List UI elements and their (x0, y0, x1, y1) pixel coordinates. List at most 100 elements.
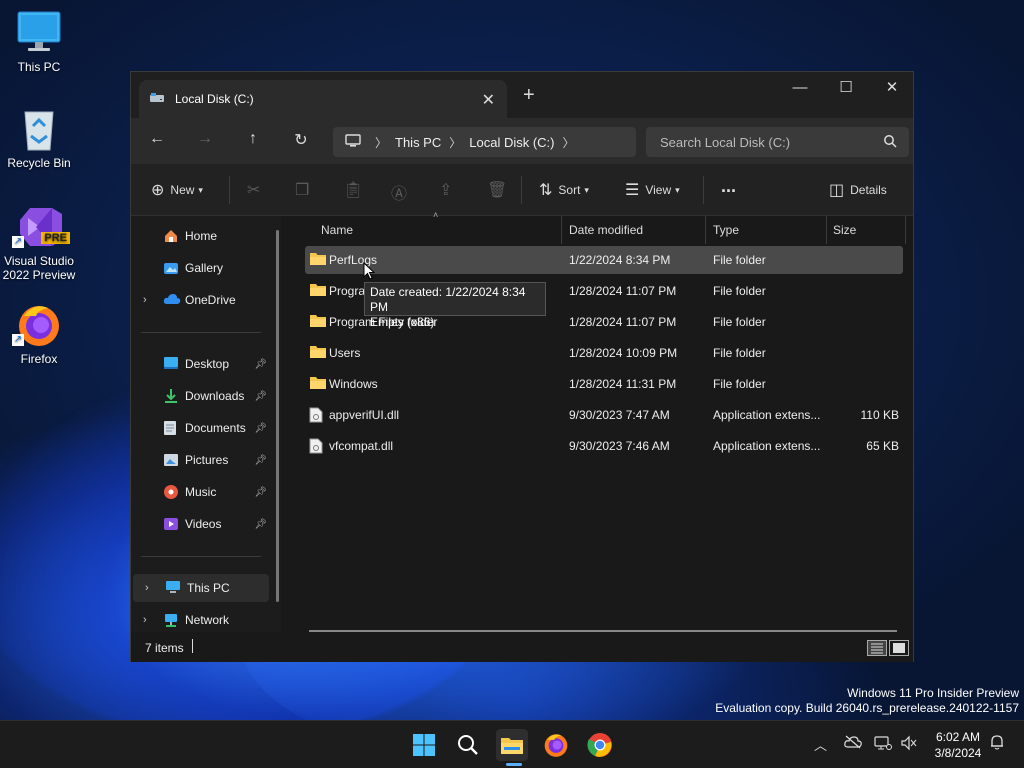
desktop-icon-recycle-bin[interactable]: Recycle Bin (0, 106, 78, 170)
divider (703, 176, 704, 204)
desktop-icon-label: This PC (17, 60, 61, 74)
file-explorer-icon (501, 738, 523, 754)
column-header-type[interactable]: Type (707, 216, 827, 244)
sidebar-item-music[interactable]: Music 📌︎ (131, 478, 269, 506)
details-button[interactable]: ◫ Details (829, 180, 887, 200)
start-button[interactable] (408, 729, 440, 761)
pin-icon[interactable]: 📌︎ (254, 455, 267, 466)
sidebar-item-network[interactable]: › Network (131, 606, 269, 634)
sidebar-item-this-pc[interactable]: › This PC (133, 574, 269, 602)
desktop-icon-this-pc[interactable]: This PC (0, 10, 78, 74)
column-divider[interactable] (561, 216, 562, 244)
sidebar-item-label: Home (185, 229, 218, 243)
paste-icon[interactable]: 📋︎ (343, 180, 369, 200)
search-placeholder: Search Local Disk (C:) (660, 134, 791, 150)
file-row[interactable]: appverifUI.dll 9/30/2023 7:47 AM Applicati… (305, 401, 903, 429)
share-icon[interactable]: ⇪ (439, 180, 458, 200)
sidebar-item-downloads[interactable]: Downloads 📌︎ (131, 382, 269, 410)
copy-icon[interactable]: ❐ (295, 180, 315, 200)
details-label: Details (850, 183, 887, 197)
up-arrow-icon[interactable]: ↑ (241, 130, 265, 152)
close-tab-icon[interactable]: ✕ (482, 90, 495, 110)
file-name: Windows (329, 377, 378, 391)
sidebar-item-pictures[interactable]: Pictures 📌︎ (131, 446, 269, 474)
chevron-right-icon: 〉 (375, 135, 388, 150)
maximize-icon[interactable]: ☐ (823, 72, 869, 102)
music-icon (163, 484, 181, 500)
notification-bell-icon[interactable] (990, 734, 1004, 753)
breadcrumb-this-pc[interactable]: This PC (395, 135, 441, 150)
chevron-right-icon[interactable]: › (143, 614, 147, 626)
network-status-icon[interactable] (874, 735, 892, 754)
document-icon (163, 420, 181, 436)
sidebar-item-onedrive[interactable]: › OneDrive (131, 286, 269, 314)
system-clock[interactable]: 6:02 AM 3/8/2024 (930, 729, 986, 761)
chevron-up-icon[interactable]: ︿ (814, 735, 827, 754)
sidebar-item-home[interactable]: Home (131, 222, 269, 250)
chevron-down-icon: ▾ (675, 184, 680, 195)
chevron-right-icon[interactable]: 〉 (563, 134, 575, 151)
view-button[interactable]: ☰ View ▾ (625, 180, 680, 200)
pin-icon[interactable]: 📌︎ (254, 359, 267, 370)
taskbar-chrome[interactable] (584, 729, 616, 761)
volume-muted-icon[interactable] (900, 735, 918, 754)
desktop-icon-label: Visual Studio 2022 Preview (2, 254, 76, 282)
pin-icon[interactable]: 📌︎ (254, 519, 267, 530)
tab-local-disk[interactable]: Local Disk (C:) ✕ (139, 80, 507, 118)
sort-icon: ⇅ (539, 182, 553, 199)
sidebar-scrollbar[interactable] (276, 230, 279, 602)
delete-icon[interactable]: 🗑︎ (487, 180, 513, 200)
title-bar: Local Disk (C:) ✕ + — ☐ ✕ (131, 72, 913, 118)
chevron-right-icon[interactable]: › (145, 582, 149, 594)
search-button[interactable] (452, 729, 484, 761)
column-header-name[interactable]: Name (315, 216, 563, 244)
desktop-icon-firefox[interactable]: ↗ Firefox (0, 302, 78, 366)
large-icons-view-icon[interactable] (889, 640, 909, 656)
recycle-bin-icon (16, 106, 62, 152)
chevron-right-icon[interactable]: › (143, 294, 147, 306)
file-row[interactable]: Users 1/28/2024 10:09 PM File folder (305, 339, 903, 367)
column-divider[interactable] (705, 216, 706, 244)
sort-button[interactable]: ⇅ Sort ▾ (539, 180, 589, 200)
monitor-icon (345, 133, 361, 151)
chevron-right-icon: 〉 (449, 135, 462, 150)
pictures-icon (163, 452, 181, 468)
search-input[interactable]: Search Local Disk (C:) (646, 127, 909, 157)
rename-icon[interactable]: Ⓐ (391, 180, 413, 204)
taskbar-file-explorer[interactable] (496, 729, 528, 761)
sidebar-item-label: Desktop (185, 357, 230, 371)
address-bar[interactable]: 〉 This PC 〉 Local Disk (C:) 〉 (333, 127, 636, 157)
sidebar-item-gallery[interactable]: Gallery (131, 254, 269, 282)
folder-icon (309, 283, 327, 300)
back-arrow-icon[interactable]: ← (145, 130, 169, 152)
file-list: Name ˄ Date modified Type Size PerfLogs 1… (289, 210, 915, 632)
close-window-icon[interactable]: ✕ (869, 72, 915, 102)
column-header-date[interactable]: Date modified (563, 216, 707, 244)
onedrive-offline-icon[interactable] (844, 735, 862, 752)
minimize-icon[interactable]: — (777, 72, 823, 102)
taskbar-firefox[interactable] (540, 729, 572, 761)
file-type: File folder (713, 377, 766, 391)
watermark-edition: Windows 11 Pro Insider Preview (847, 686, 1019, 700)
more-options-icon[interactable]: ... (721, 176, 736, 197)
mouse-cursor-icon (363, 261, 376, 283)
file-row[interactable]: Windows 1/28/2024 11:31 PM File folder (305, 370, 903, 398)
sidebar-item-videos[interactable]: Videos 📌︎ (131, 510, 269, 538)
column-header-size[interactable]: Size (827, 216, 905, 244)
new-button[interactable]: ⊕ New ▾ (151, 180, 203, 200)
pin-icon[interactable]: 📌︎ (254, 487, 267, 498)
forward-arrow-icon[interactable]: → (193, 130, 217, 152)
cut-icon[interactable]: ✂ (247, 180, 266, 200)
details-view-icon[interactable] (867, 640, 887, 656)
refresh-icon[interactable]: ↻ (289, 130, 313, 152)
sidebar-item-desktop[interactable]: Desktop 📌︎ (131, 350, 269, 378)
desktop-icon-visual-studio[interactable]: PRE ↗ Visual Studio 2022 Preview (0, 204, 78, 282)
pin-icon[interactable]: 📌︎ (254, 391, 267, 402)
pin-icon[interactable]: 📌︎ (254, 423, 267, 434)
file-row[interactable]: vfcompat.dll 9/30/2023 7:46 AM Application… (305, 432, 903, 460)
sidebar-item-documents[interactable]: Documents 📌︎ (131, 414, 269, 442)
breadcrumb-local-disk[interactable]: Local Disk (C:) (469, 135, 554, 150)
column-divider[interactable] (905, 216, 906, 244)
new-tab-icon[interactable]: + (523, 84, 535, 107)
file-row[interactable]: PerfLogs 1/22/2024 8:34 PM File folder (305, 246, 903, 274)
